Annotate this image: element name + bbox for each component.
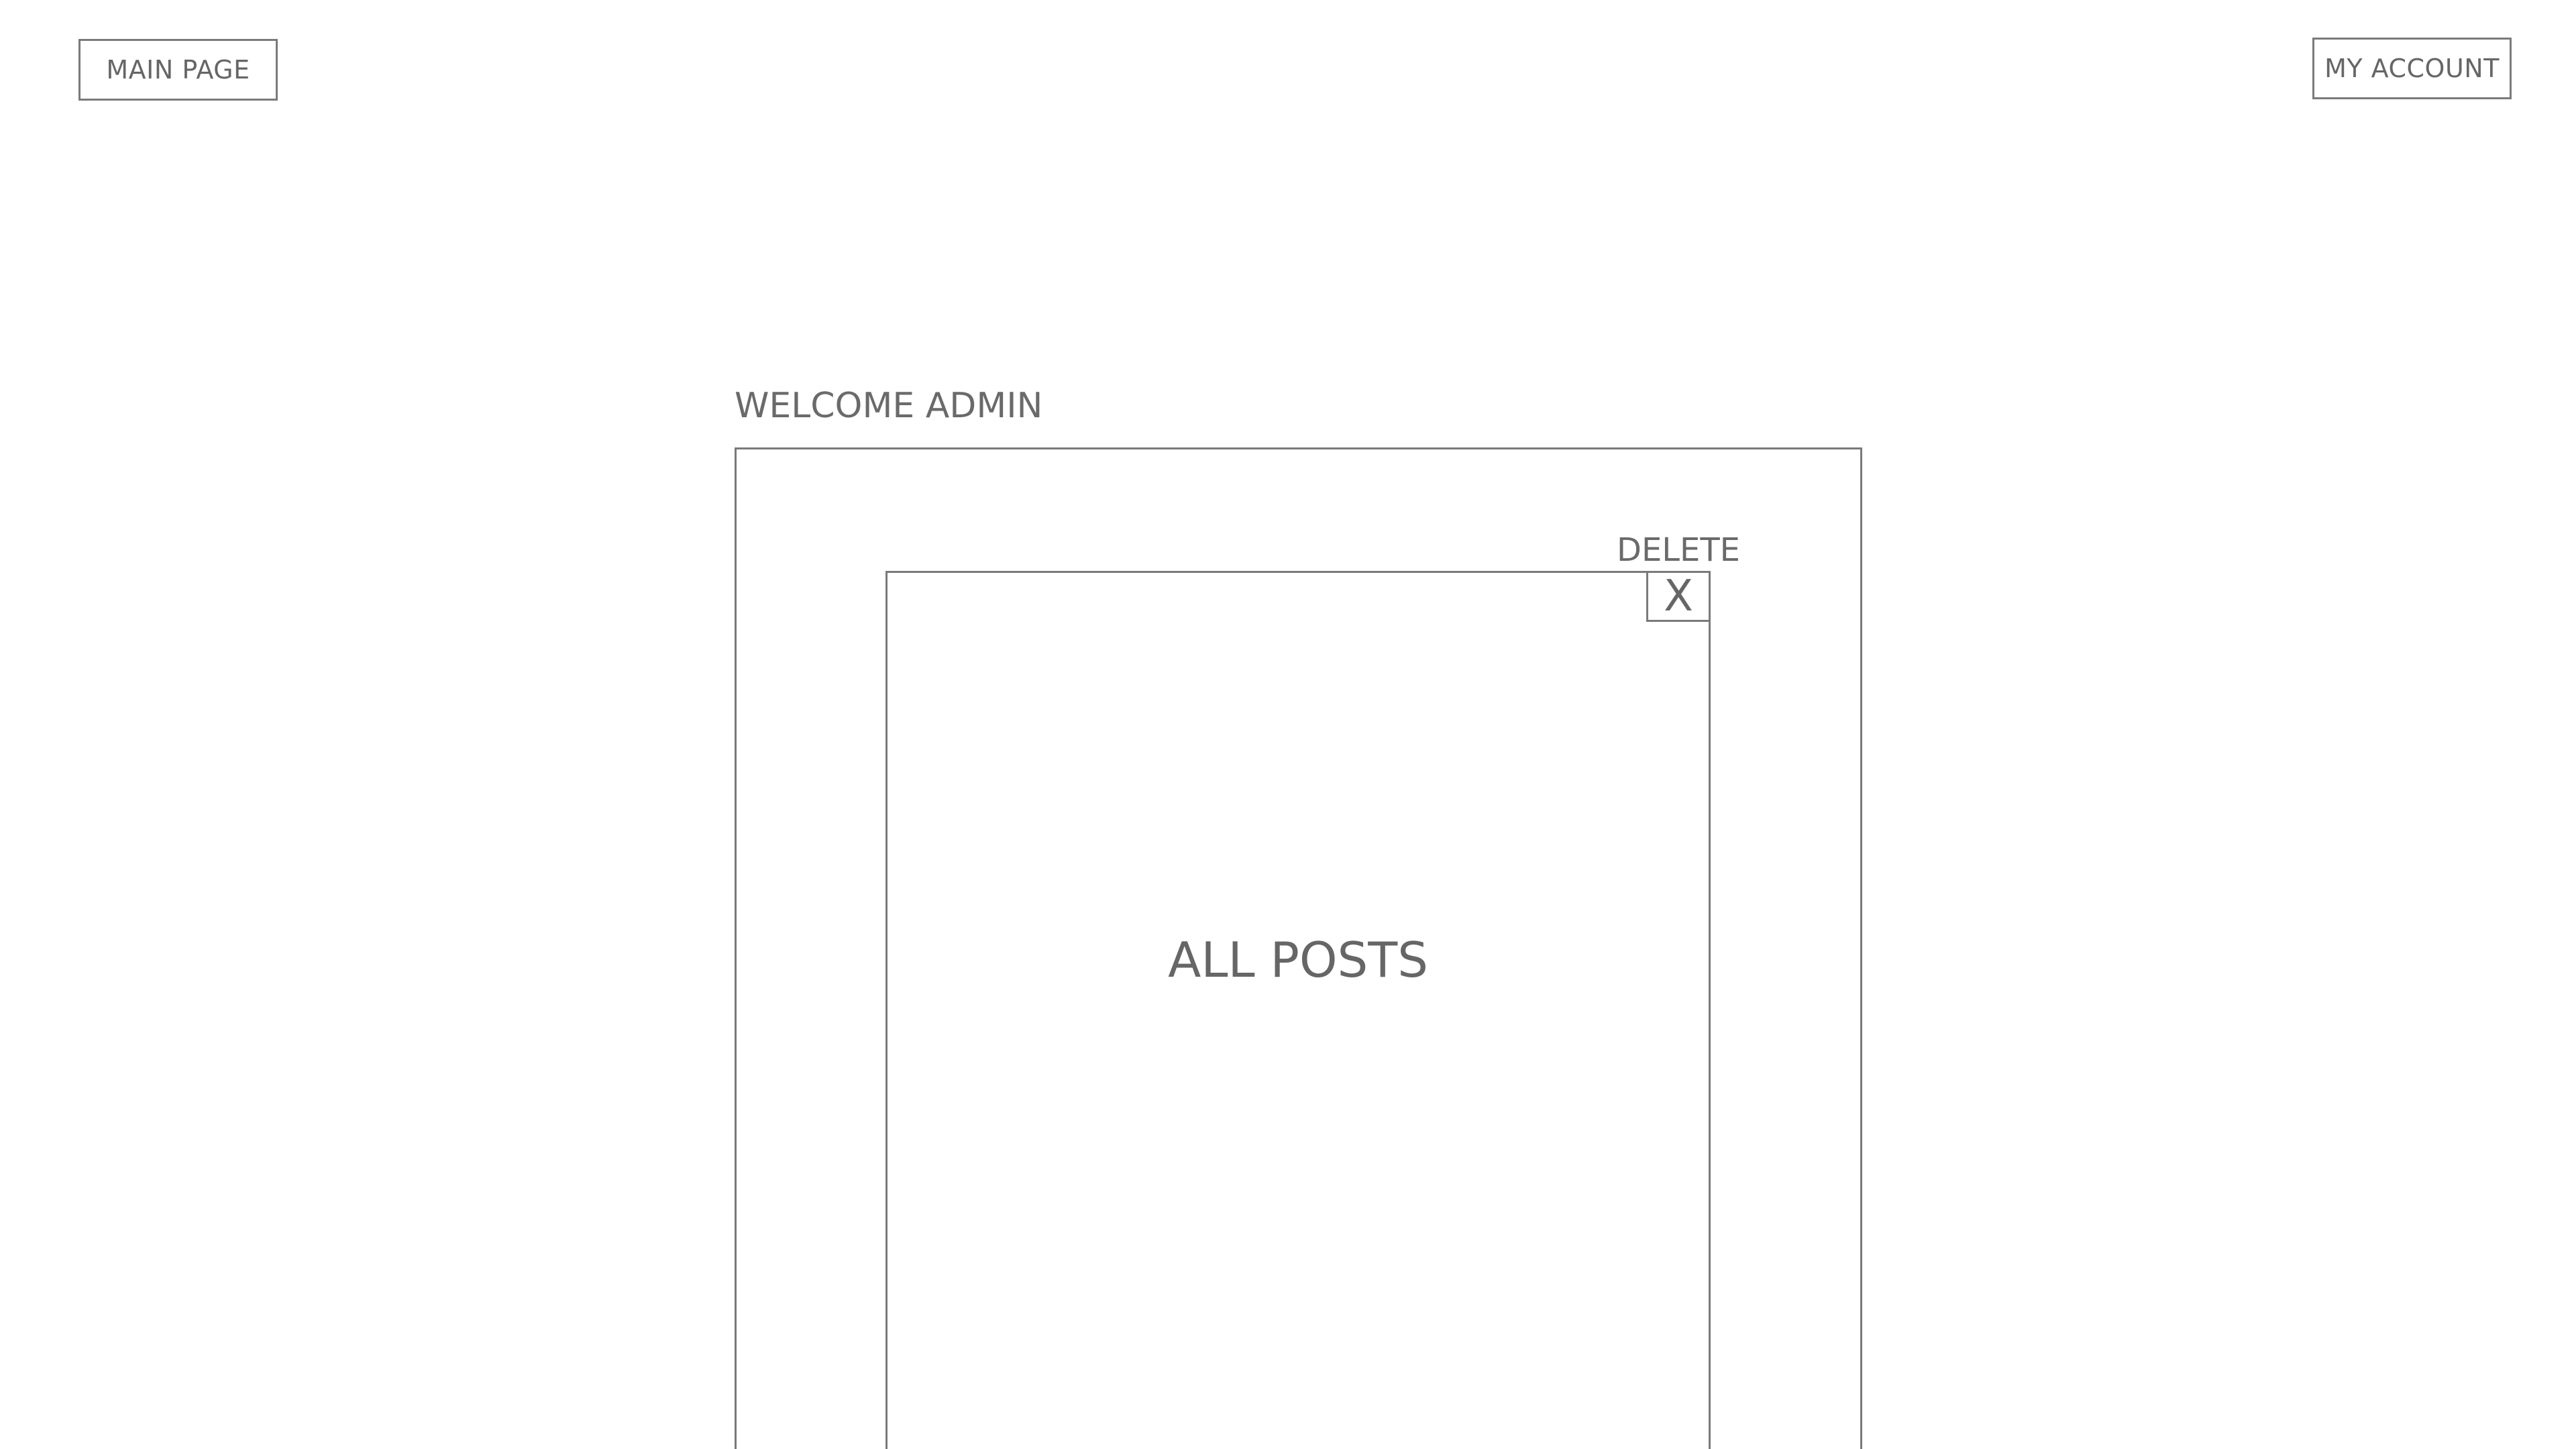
admin-page: MAIN PAGE MY ACCOUNT WELCOME ADMIN ALL P… xyxy=(0,0,2576,1449)
all-posts-panel[interactable]: ALL POSTS xyxy=(885,571,1711,1449)
delete-button[interactable]: X xyxy=(1646,571,1711,622)
all-posts-title: ALL POSTS xyxy=(1168,932,1428,988)
close-icon: X xyxy=(1664,572,1693,621)
welcome-heading: WELCOME ADMIN xyxy=(735,386,1043,426)
main-page-button[interactable]: MAIN PAGE xyxy=(78,39,278,101)
delete-label: DELETE xyxy=(1617,531,1741,569)
my-account-button[interactable]: MY ACCOUNT xyxy=(2312,38,2512,99)
